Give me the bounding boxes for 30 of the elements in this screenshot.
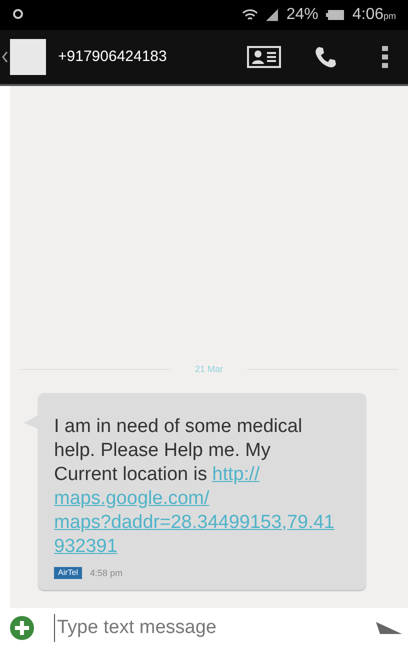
attach-button[interactable] [10, 616, 34, 640]
clock-time: 4:06 [352, 5, 384, 25]
wifi-icon [242, 8, 258, 22]
menu-button[interactable] [380, 43, 390, 71]
phone-icon [314, 45, 338, 69]
notification-icon [12, 9, 24, 21]
message-text-line: I am in need of some medical [54, 414, 302, 438]
location-link-line[interactable]: 932391 [54, 536, 118, 556]
message-input[interactable]: Type text message [54, 614, 376, 642]
message-text-line: Current location is [54, 462, 208, 486]
location-link-line[interactable]: http:// [212, 462, 260, 486]
contact-card-button[interactable] [246, 43, 282, 71]
location-link-line[interactable]: maps?daddr=28.34499153,79.41 [54, 512, 334, 532]
clock-ampm: pm [383, 10, 396, 24]
carrier-badge: AirTel [54, 567, 82, 580]
send-icon [376, 620, 402, 636]
contact-card-icon [247, 46, 281, 68]
signal-icon [266, 9, 278, 21]
message-text-line: help. Please Help me. My [54, 438, 270, 462]
back-button[interactable] [2, 51, 8, 63]
contact-avatar [10, 39, 46, 75]
battery-icon [326, 10, 344, 20]
plus-icon [10, 616, 34, 640]
back-icon [2, 51, 8, 63]
battery-percent: 24% [286, 5, 318, 25]
contact-number: +917906424183 [58, 46, 167, 67]
date-divider: 21 Mar [195, 363, 224, 376]
message-time: 4:58 pm [90, 566, 123, 580]
more-icon [382, 45, 388, 69]
location-link-line[interactable]: maps.google.com/ [54, 488, 210, 508]
